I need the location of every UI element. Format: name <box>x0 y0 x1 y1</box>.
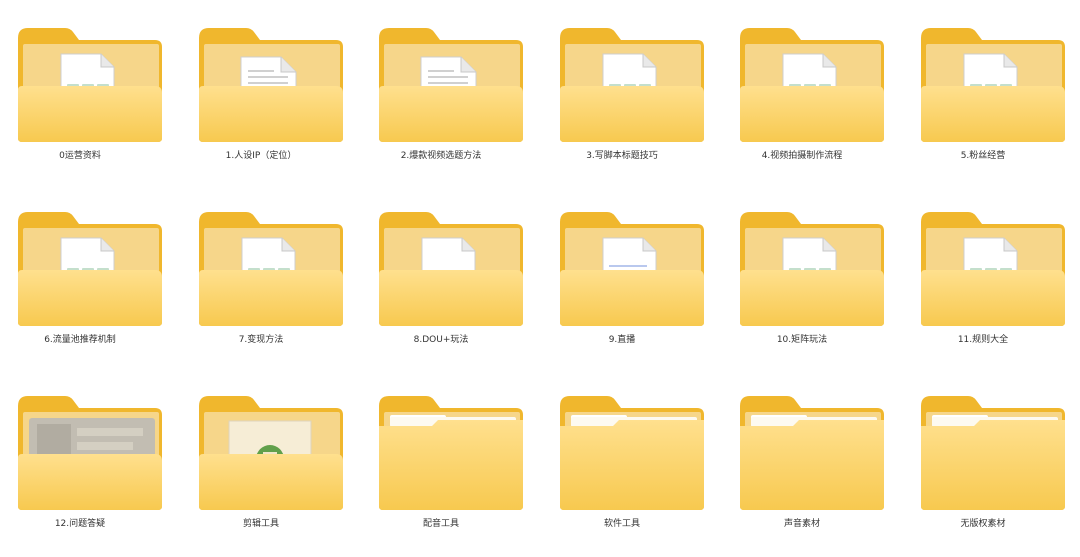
folder-label: 剪辑工具 <box>242 519 279 529</box>
folder-label: 配音工具 <box>422 519 459 529</box>
folder-label: 5.粉丝经营 <box>960 151 1006 161</box>
folder-label: 7.变现方法 <box>238 335 284 345</box>
folder-icon <box>918 24 1068 144</box>
folder-item[interactable]: 无版权素材 <box>903 370 1065 546</box>
folder-item[interactable]: 10.矩阵玩法 <box>722 186 884 362</box>
folder-icon <box>15 208 165 328</box>
folder-item[interactable]: 8.DOU+玩法 <box>361 186 523 362</box>
folder-item[interactable]: 配音工具 <box>361 370 523 546</box>
folder-label: 声音素材 <box>783 519 820 529</box>
folder-label: 8.DOU+玩法 <box>413 335 469 345</box>
folder-label: 12.问题答疑 <box>54 519 106 529</box>
folder-label: 2.爆款视频选题方法 <box>400 151 482 161</box>
folder-item[interactable]: 4.视频拍摄制作流程 <box>722 2 884 178</box>
folder-label: 3.写脚本标题技巧 <box>586 151 658 161</box>
folder-item[interactable]: 软件工具 <box>542 370 704 546</box>
folder-item[interactable]: 7.变现方法 <box>181 186 343 362</box>
folder-item[interactable]: 12.问题答疑 <box>0 370 162 546</box>
folder-icon <box>557 392 707 512</box>
folder-icon <box>918 208 1068 328</box>
folder-grid: 0运营资料 1.人设IP（定位） 2.爆款视频选题方法 3.写脚本标题技巧 4.视频拍摄… <box>0 0 1080 557</box>
folder-label: 0运营资料 <box>59 151 101 161</box>
folder-label: 11.规则大全 <box>957 335 1009 345</box>
folder-item[interactable]: 11.规则大全 <box>903 186 1065 362</box>
folder-item[interactable]: 9.直播 <box>542 186 704 362</box>
folder-icon <box>196 392 346 512</box>
folder-icon <box>737 208 887 328</box>
folder-icon <box>737 24 887 144</box>
folder-item[interactable]: 声音素材 <box>722 370 884 546</box>
folder-item[interactable]: 6.流量池推荐机制 <box>0 186 162 362</box>
folder-item[interactable]: 5.粉丝经营 <box>903 2 1065 178</box>
folder-icon <box>196 208 346 328</box>
folder-icon <box>376 24 526 144</box>
folder-label: 软件工具 <box>603 519 640 529</box>
folder-label: 1.人设IP（定位） <box>225 151 297 161</box>
folder-icon <box>737 392 887 512</box>
folder-label: 9.直播 <box>608 335 636 345</box>
folder-icon <box>196 24 346 144</box>
folder-label: 10.矩阵玩法 <box>776 335 828 345</box>
folder-item[interactable]: 1.人设IP（定位） <box>181 2 343 178</box>
folder-icon <box>15 392 165 512</box>
folder-icon <box>376 208 526 328</box>
folder-icon <box>376 392 526 512</box>
folder-item[interactable]: 2.爆款视频选题方法 <box>361 2 523 178</box>
folder-icon <box>557 24 707 144</box>
folder-label: 6.流量池推荐机制 <box>44 335 116 345</box>
folder-label: 无版权素材 <box>960 519 1006 529</box>
folder-item[interactable]: 剪辑工具 <box>181 370 343 546</box>
folder-item[interactable]: 3.写脚本标题技巧 <box>542 2 704 178</box>
folder-icon <box>15 24 165 144</box>
folder-label: 4.视频拍摄制作流程 <box>761 151 843 161</box>
folder-icon <box>918 392 1068 512</box>
folder-icon <box>557 208 707 328</box>
folder-item[interactable]: 0运营资料 <box>0 2 162 178</box>
